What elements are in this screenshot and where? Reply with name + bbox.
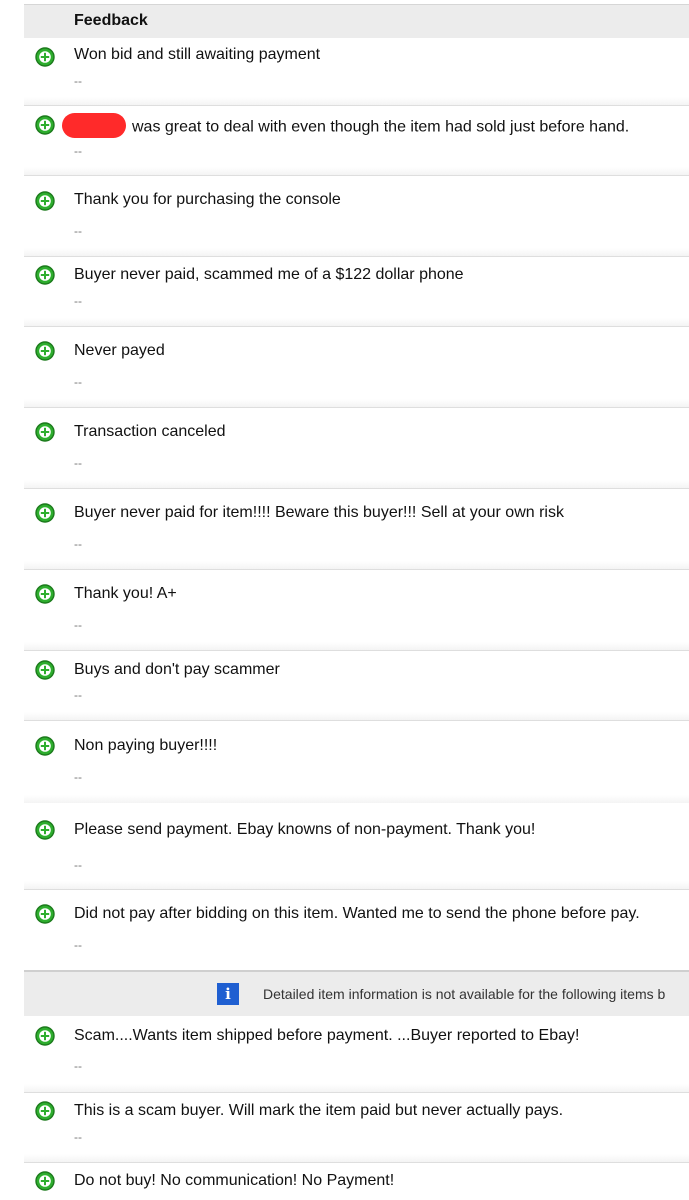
feedback-response: -- — [74, 456, 82, 470]
feedback-response: -- — [74, 618, 82, 632]
feedback-response: -- — [74, 74, 82, 88]
feedback-comment: Buys and don't pay scammer — [74, 661, 280, 678]
feedback-response: -- — [74, 688, 82, 702]
feedback-row: was great to deal with even though the i… — [24, 106, 689, 176]
positive-plus-icon — [35, 47, 55, 67]
positive-plus-icon — [35, 1026, 55, 1046]
feedback-comment: Buyer never paid, scammed me of a $122 d… — [74, 266, 464, 283]
positive-plus-icon — [35, 115, 55, 135]
info-icon: i — [217, 983, 239, 1005]
feedback-comment: Please send payment. Ebay knowns of non-… — [74, 821, 536, 838]
feedback-response: -- — [74, 858, 82, 872]
feedback-comment: Scam....Wants item shipped before paymen… — [74, 1027, 580, 1044]
feedback-row: Buys and don't pay scammer -- — [24, 651, 689, 721]
positive-plus-icon — [35, 422, 55, 442]
feedback-row: Buyer never paid, scammed me of a $122 d… — [24, 257, 689, 327]
feedback-comment: Thank you! A+ — [74, 585, 177, 602]
feedback-response: -- — [74, 144, 82, 158]
positive-plus-icon — [35, 584, 55, 604]
item-info-notice: i Detailed item information is not avail… — [24, 970, 689, 1016]
feedback-row: Scam....Wants item shipped before paymen… — [24, 1014, 689, 1093]
feedback-response: -- — [74, 294, 82, 308]
feedback-row: Non paying buyer!!!! -- — [24, 721, 689, 804]
feedback-response: -- — [74, 224, 82, 238]
info-notice-text: Detailed item information is not availab… — [263, 986, 666, 1002]
feedback-list: Feedback Won bid and still awaiting paym… — [0, 0, 689, 1200]
positive-plus-icon — [35, 1171, 55, 1191]
feedback-header: Feedback — [24, 4, 689, 38]
positive-plus-icon — [35, 1101, 55, 1121]
feedback-row: Do not buy! No communication! No Payment… — [24, 1163, 689, 1200]
feedback-comment-wrap: was great to deal with even though the i… — [62, 113, 630, 140]
feedback-row: This is a scam buyer. Will mark the item… — [24, 1093, 689, 1163]
feedback-comment: Did not pay after bidding on this item. … — [74, 905, 640, 922]
positive-plus-icon — [35, 660, 55, 680]
feedback-comment: This is a scam buyer. Will mark the item… — [74, 1102, 564, 1119]
feedback-row: Buyer never paid for item!!!! Beware thi… — [24, 489, 689, 570]
positive-plus-icon — [35, 265, 55, 285]
feedback-row: Thank you! A+ -- — [24, 570, 689, 651]
feedback-row: Transaction canceled -- — [24, 408, 689, 489]
feedback-response: -- — [74, 1059, 82, 1073]
feedback-column-title: Feedback — [74, 12, 148, 29]
feedback-row: Please send payment. Ebay knowns of non-… — [24, 804, 689, 890]
feedback-response: -- — [74, 770, 82, 784]
feedback-response: -- — [74, 537, 82, 551]
positive-plus-icon — [35, 503, 55, 523]
positive-plus-icon — [35, 820, 55, 840]
feedback-response: -- — [74, 1130, 82, 1144]
feedback-comment: Never payed — [74, 342, 165, 359]
feedback-comment: Do not buy! No communication! No Payment… — [74, 1172, 395, 1189]
feedback-row: Did not pay after bidding on this item. … — [24, 890, 689, 970]
feedback-response: -- — [74, 375, 82, 389]
feedback-row: Won bid and still awaiting payment -- — [24, 37, 689, 106]
feedback-row: Never payed -- — [24, 327, 689, 408]
positive-plus-icon — [35, 904, 55, 924]
feedback-comment: Won bid and still awaiting payment — [74, 46, 321, 63]
positive-plus-icon — [35, 341, 55, 361]
feedback-response: -- — [74, 938, 82, 952]
feedback-comment: Non paying buyer!!!! — [74, 737, 218, 754]
feedback-row: Thank you for purchasing the console -- — [24, 176, 689, 257]
feedback-comment: Transaction canceled — [74, 423, 226, 440]
feedback-comment: was great to deal with even though the i… — [132, 118, 630, 136]
positive-plus-icon — [35, 736, 55, 756]
feedback-comment: Buyer never paid for item!!!! Beware thi… — [74, 504, 564, 521]
positive-plus-icon — [35, 191, 55, 211]
redacted-username — [62, 113, 126, 138]
feedback-comment: Thank you for purchasing the console — [74, 191, 341, 208]
